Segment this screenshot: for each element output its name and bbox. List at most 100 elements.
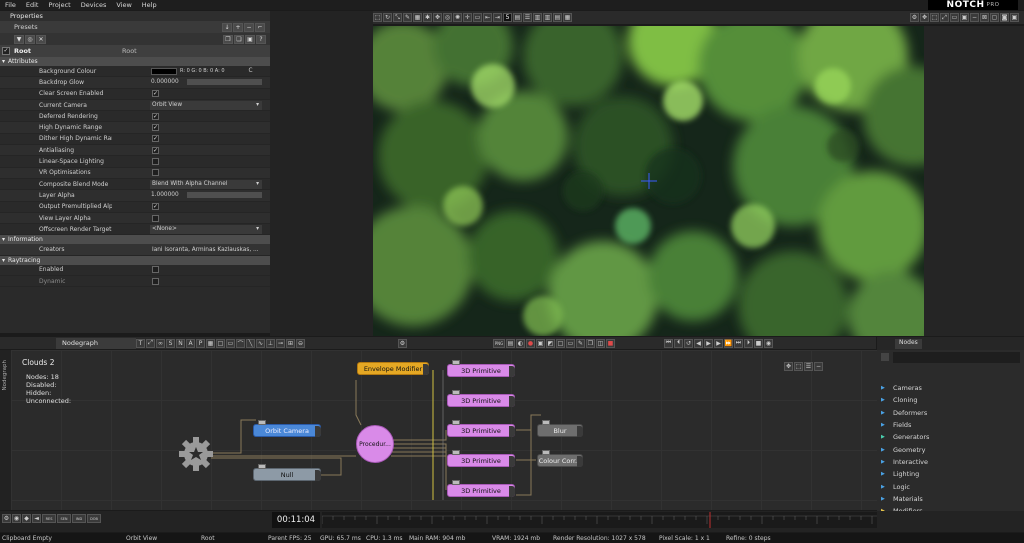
mask-icon[interactable]: ◩ bbox=[546, 338, 555, 348]
minus-icon[interactable]: − bbox=[970, 13, 979, 22]
node-icon[interactable]: ⊞ bbox=[286, 338, 295, 348]
prop-checkbox[interactable]: ✓ bbox=[152, 135, 159, 143]
node-terminal[interactable] bbox=[423, 364, 429, 375]
filter-icon[interactable]: ▼ bbox=[14, 34, 24, 44]
node-pin[interactable] bbox=[452, 480, 460, 485]
node-envelope-modifier[interactable]: Envelope Modifier bbox=[357, 362, 429, 375]
enabled-checkbox[interactable] bbox=[152, 266, 159, 274]
png-icon[interactable]: PNG bbox=[493, 338, 505, 348]
record-key-icon[interactable]: ◉ bbox=[764, 338, 773, 348]
frame-count[interactable]: 5 bbox=[503, 13, 512, 22]
move-icon[interactable]: ✥ bbox=[433, 13, 442, 22]
tag-icon[interactable]: ▭ bbox=[566, 338, 575, 348]
snap-a[interactable]: A bbox=[186, 338, 195, 348]
line-icon[interactable]: ╲ bbox=[246, 338, 255, 348]
category-logic[interactable]: ▶ Logic bbox=[877, 480, 1024, 492]
timecode-display[interactable]: 00:11:04 bbox=[272, 512, 320, 528]
minus-icon[interactable]: − bbox=[814, 362, 823, 371]
skip-start-icon[interactable]: ⏮ bbox=[664, 338, 673, 348]
minus-icon[interactable]: − bbox=[244, 22, 254, 32]
link-icon[interactable]: ∞ bbox=[156, 338, 165, 348]
menu-file[interactable]: File bbox=[0, 1, 21, 9]
columns-icon[interactable]: ▥ bbox=[543, 13, 552, 22]
grid-icon[interactable]: ▦ bbox=[413, 13, 422, 22]
camera-icon[interactable]: ◙ bbox=[1000, 13, 1009, 22]
category-geometry[interactable]: ▶ Geometry bbox=[877, 443, 1024, 455]
move-icon[interactable]: ✥ bbox=[784, 362, 793, 371]
blank-icon[interactable]: □ bbox=[556, 338, 565, 348]
node-terminal[interactable] bbox=[509, 456, 515, 467]
btn-res[interactable]: RES bbox=[42, 514, 56, 523]
category-lighting[interactable]: ▶ Lighting bbox=[877, 468, 1024, 480]
btn-sen[interactable]: SEN bbox=[57, 514, 71, 523]
section-attributes[interactable]: ▾ Attributes bbox=[0, 57, 270, 66]
nodes-search-input[interactable] bbox=[893, 351, 1020, 363]
fast-forward-icon[interactable]: ⏩ bbox=[724, 338, 733, 348]
node-pin[interactable] bbox=[542, 450, 550, 455]
node-pin[interactable] bbox=[258, 420, 266, 425]
timeline-scrubber[interactable] bbox=[321, 512, 877, 528]
node-terminal[interactable] bbox=[315, 470, 321, 481]
prop-checkbox[interactable] bbox=[152, 214, 159, 222]
cells-icon[interactable]: ▦ bbox=[563, 13, 572, 22]
move-view-icon[interactable]: ✥ bbox=[920, 13, 929, 22]
node-orbit-camera[interactable]: Orbit Camera bbox=[253, 420, 321, 437]
zoom-icon[interactable]: ⊠ bbox=[980, 13, 989, 22]
menu-devices[interactable]: Devices bbox=[76, 1, 112, 9]
node-3d-primitive-1[interactable]: 3D Primitive bbox=[447, 360, 515, 377]
tab-nodes[interactable]: Nodes bbox=[895, 339, 922, 349]
select-icon[interactable]: ⬚ bbox=[373, 13, 382, 22]
side-tab-nodegraph[interactable]: Nodegraph bbox=[2, 360, 8, 390]
prop-checkbox[interactable]: ✓ bbox=[152, 146, 159, 154]
cross-icon[interactable]: ✛ bbox=[463, 13, 472, 22]
select-box[interactable]: <None> ▾ bbox=[150, 224, 262, 234]
node-pin[interactable] bbox=[452, 360, 460, 365]
node-terminal[interactable] bbox=[577, 456, 583, 467]
dup-icon[interactable]: ❐ bbox=[586, 338, 595, 348]
color-swatch[interactable] bbox=[151, 67, 177, 75]
curve-icon[interactable]: ∿ bbox=[256, 338, 265, 348]
loop-icon[interactable]: ↺ bbox=[684, 338, 693, 348]
collapse-icon[interactable]: ⌐ bbox=[255, 22, 265, 32]
paste-icon[interactable]: ❏ bbox=[234, 34, 244, 44]
edit-icon[interactable]: ✎ bbox=[403, 13, 412, 22]
target-icon[interactable]: ◎ bbox=[443, 13, 452, 22]
wire-icon[interactable]: ⌒ bbox=[236, 338, 245, 348]
rotate-icon[interactable]: ↻ bbox=[383, 13, 392, 22]
arrow-left-icon[interactable]: ◄ bbox=[32, 514, 41, 523]
node-terminal[interactable] bbox=[509, 366, 515, 377]
download-icon[interactable]: ↓ bbox=[222, 22, 232, 32]
node-blur[interactable]: Blur bbox=[537, 420, 583, 437]
lock-icon[interactable]: ▣ bbox=[245, 34, 255, 44]
table-icon[interactable]: ▥ bbox=[533, 13, 542, 22]
fullscreen-icon[interactable]: ⤢ bbox=[940, 13, 949, 22]
add-icon[interactable]: + bbox=[233, 22, 243, 32]
prop-checkbox[interactable]: ✓ bbox=[152, 124, 159, 132]
node-pin[interactable] bbox=[542, 420, 550, 425]
snap-p[interactable]: P bbox=[196, 338, 205, 348]
step-forward-icon[interactable]: ▶ bbox=[714, 338, 723, 348]
value-slider[interactable] bbox=[187, 192, 262, 199]
layers-icon[interactable]: ▤ bbox=[513, 13, 522, 22]
color-icon[interactable]: ■ bbox=[606, 338, 615, 348]
copy-icon[interactable]: ❐ bbox=[223, 34, 233, 44]
menu-project[interactable]: Project bbox=[43, 1, 75, 9]
category-materials[interactable]: ▶ Materials bbox=[877, 493, 1024, 505]
prop-checkbox[interactable]: ✓ bbox=[152, 112, 159, 120]
settings-icon[interactable]: ⚙ bbox=[398, 338, 407, 348]
rows-icon[interactable]: ▤ bbox=[553, 13, 562, 22]
node-terminal[interactable] bbox=[577, 426, 583, 437]
lock-icon[interactable]: ▣ bbox=[960, 13, 969, 22]
blend-icon[interactable]: ◐ bbox=[516, 338, 525, 348]
frame-icon[interactable]: ▭ bbox=[473, 13, 482, 22]
frame-icon[interactable]: ▭ bbox=[226, 338, 235, 348]
aspect-icon[interactable]: ▭ bbox=[950, 13, 959, 22]
grid-icon[interactable]: ▦ bbox=[206, 338, 215, 348]
category-cloning[interactable]: ▶ Cloning bbox=[877, 394, 1024, 406]
screen-icon[interactable]: ▢ bbox=[990, 13, 999, 22]
btn-ind[interactable]: IND bbox=[72, 514, 86, 523]
skip-end-icon[interactable]: ⏭ bbox=[734, 338, 743, 348]
node-terminal[interactable] bbox=[509, 426, 515, 437]
tab-nodegraph[interactable]: Nodegraph bbox=[56, 337, 136, 349]
color-mode-toggle[interactable]: C bbox=[249, 68, 253, 74]
